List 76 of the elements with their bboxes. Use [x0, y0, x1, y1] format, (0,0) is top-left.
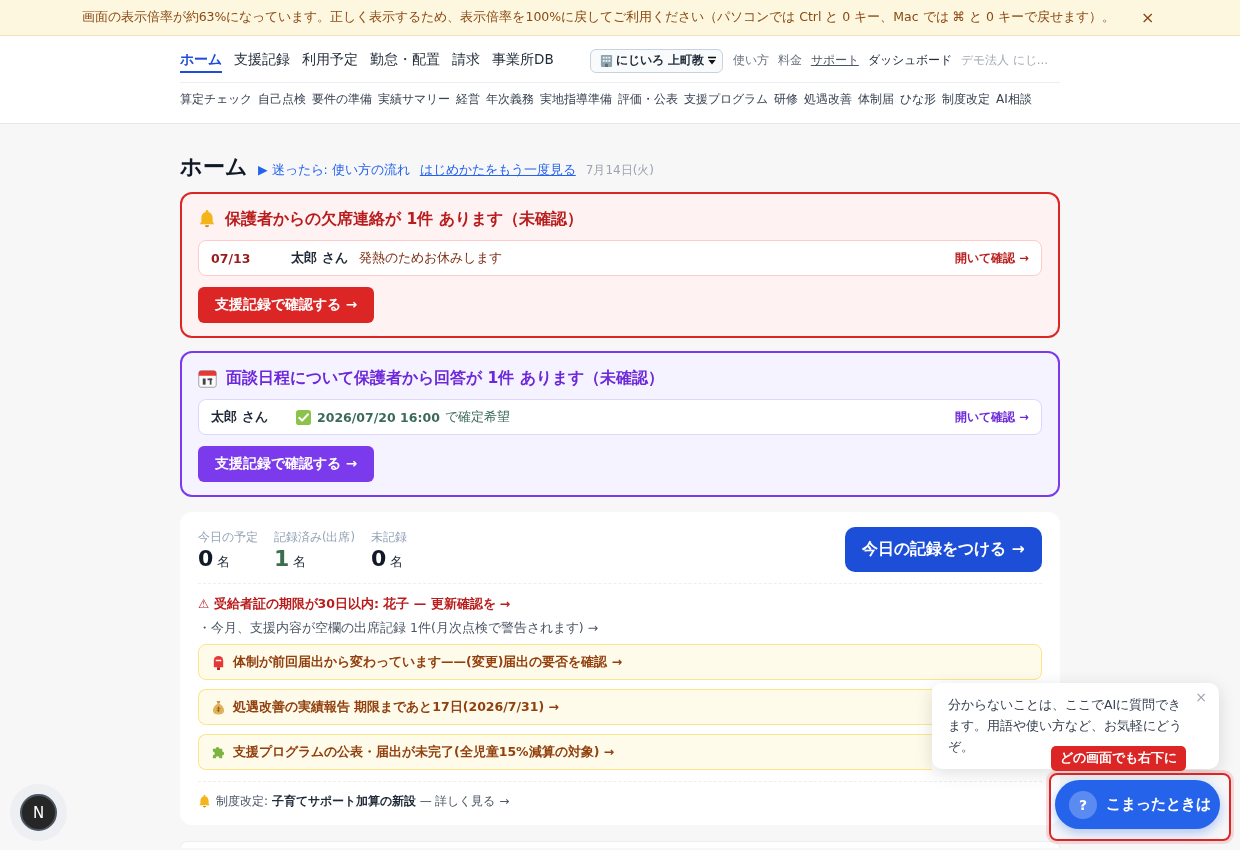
- notice-bar[interactable]: 処遇改善の実績報告 期限まであと17日(2026/7/31) →: [198, 689, 932, 725]
- alert-title: 保護者からの欠席連絡が 1件 あります（未確認）: [225, 208, 583, 230]
- record-button[interactable]: 今日の記録をつける →: [845, 527, 1042, 572]
- puzzle-icon: [211, 744, 226, 760]
- stat-label: 今日の予定: [198, 529, 258, 545]
- sub-nav-link[interactable]: 処遇改善: [804, 91, 852, 108]
- notice-bar[interactable]: 支援プログラムの公表・届出が未完了(全児童15%減算の対象) →: [198, 734, 932, 770]
- confirm-button[interactable]: 支援記録で確認する →: [198, 446, 374, 482]
- restart-tour-link[interactable]: はじめかたをもう一度見る: [419, 162, 576, 179]
- confirm-button[interactable]: 支援記録で確認する →: [198, 287, 374, 323]
- sub-nav-link[interactable]: 年次義務: [486, 91, 534, 108]
- sub-nav-link[interactable]: 算定チェック: [180, 91, 252, 108]
- datetime-text: 2026/07/20 16:00: [317, 409, 440, 425]
- bell-icon: [198, 794, 211, 808]
- notice-text: 処遇改善の実績報告 期限まであと17日(2026/7/31) →: [233, 698, 559, 716]
- sub-nav-link[interactable]: 研修: [774, 91, 798, 108]
- stat-value: 0: [371, 545, 387, 571]
- sub-nav-link[interactable]: 実地指導準備: [540, 91, 612, 108]
- facility-select[interactable]: にじいろ 上町教: [589, 48, 723, 73]
- dev-tools-button[interactable]: N: [20, 794, 57, 831]
- open-link[interactable]: 開いて確認 →: [955, 250, 1029, 266]
- notice-text: 支援プログラムの公表・届出が未完了(全児童15%減算の対象) →: [233, 743, 615, 761]
- nav-tab[interactable]: 利用予定: [302, 48, 358, 73]
- open-link[interactable]: 開いて確認 →: [955, 409, 1029, 425]
- money-bag-icon: [211, 699, 226, 715]
- check-icon: [296, 409, 311, 425]
- notice-text: 体制が前回届出から変わっています——(変更)届出の要否を確認 →: [233, 653, 623, 671]
- stat-unit: 名: [293, 553, 307, 571]
- date-text: 07/13: [211, 250, 252, 266]
- guide-link[interactable]: ▶ 迷ったら: 使い方の流れ: [258, 162, 410, 179]
- sub-nav-link[interactable]: ひな形: [900, 91, 936, 108]
- caret-icon: [706, 55, 717, 66]
- building-icon: [599, 54, 613, 67]
- postbox-icon: [211, 654, 226, 670]
- page-title: ホーム: [180, 153, 248, 181]
- facility-name: にじいろ 上町教: [615, 52, 704, 69]
- message-text: で確定希望: [444, 408, 510, 426]
- header-link[interactable]: 料金: [777, 52, 802, 69]
- warning-link[interactable]: ⚠ 受給者証の期限が30日以内: 花子 — 更新確認を →: [198, 594, 1042, 614]
- close-button[interactable]: ×: [1136, 8, 1159, 27]
- header-link[interactable]: サポート: [810, 52, 859, 69]
- sub-nav-link[interactable]: 支援プログラム: [684, 91, 768, 108]
- nav-tab[interactable]: 事業所DB: [492, 48, 554, 73]
- nav-tab[interactable]: ホーム: [180, 48, 222, 73]
- help-button[interactable]: ? こまったときは: [1055, 780, 1220, 829]
- header-link[interactable]: ダッシュボード: [867, 52, 952, 69]
- sub-nav-link[interactable]: 実績サマリー: [378, 91, 450, 108]
- sub-nav-link[interactable]: 自己点検: [258, 91, 306, 108]
- nav-tab[interactable]: 勤怠・配置: [370, 48, 440, 73]
- alert-title: 面談日程について保護者から回答が 1件 あります（未確認）: [226, 367, 664, 389]
- sub-nav-link[interactable]: 経営: [456, 91, 480, 108]
- child-name: 太郎 さん: [291, 249, 348, 267]
- sub-nav-link[interactable]: 評価・公表: [618, 91, 678, 108]
- sub-nav-link[interactable]: AI相談: [996, 91, 1032, 108]
- child-name: 太郎 さん: [211, 408, 269, 426]
- stat-label: 記録済み(出席): [274, 529, 355, 545]
- nav-tab[interactable]: 請求: [452, 48, 480, 73]
- notice-bar[interactable]: 体制が前回届出から変わっています——(変更)届出の要否を確認 →: [198, 644, 1042, 680]
- sub-nav-link[interactable]: 制度改定: [942, 91, 990, 108]
- note-link[interactable]: ・今月、支援内容が空欄の出席記録 1件(月次点検で警告されます) →: [198, 618, 1042, 638]
- bell-icon: [198, 210, 216, 228]
- message-text: 発熱のためお休みします: [358, 249, 502, 267]
- stat-unit: 名: [390, 553, 404, 571]
- nav-tab[interactable]: 支援記録: [234, 48, 290, 73]
- header-link[interactable]: 使い方: [732, 52, 769, 69]
- calendar-icon: [198, 368, 217, 388]
- sub-nav-link[interactable]: 体制届: [858, 91, 894, 108]
- stat-unit: 名: [217, 553, 231, 571]
- stat-value: 0: [198, 545, 214, 571]
- stat-label: 未記録: [371, 529, 407, 545]
- stat-value: 1: [274, 545, 290, 571]
- zoom-warning-text: 画面の表示倍率が約63%になっています。正しく表示するため、表示倍率を100%に戻してご利用ください（パソコンでは Ctrl と 0 キー、Mac では ⌘ と 0 キーで戻せます）。: [81, 9, 1115, 26]
- date-text: 7月14日(火): [585, 162, 655, 179]
- question-mark: ?: [1069, 790, 1097, 819]
- sub-nav-link[interactable]: 要件の準備: [312, 91, 372, 108]
- revision-text: 制度改定: 子育てサポート加算の新設 — 詳しく見る →: [216, 792, 510, 810]
